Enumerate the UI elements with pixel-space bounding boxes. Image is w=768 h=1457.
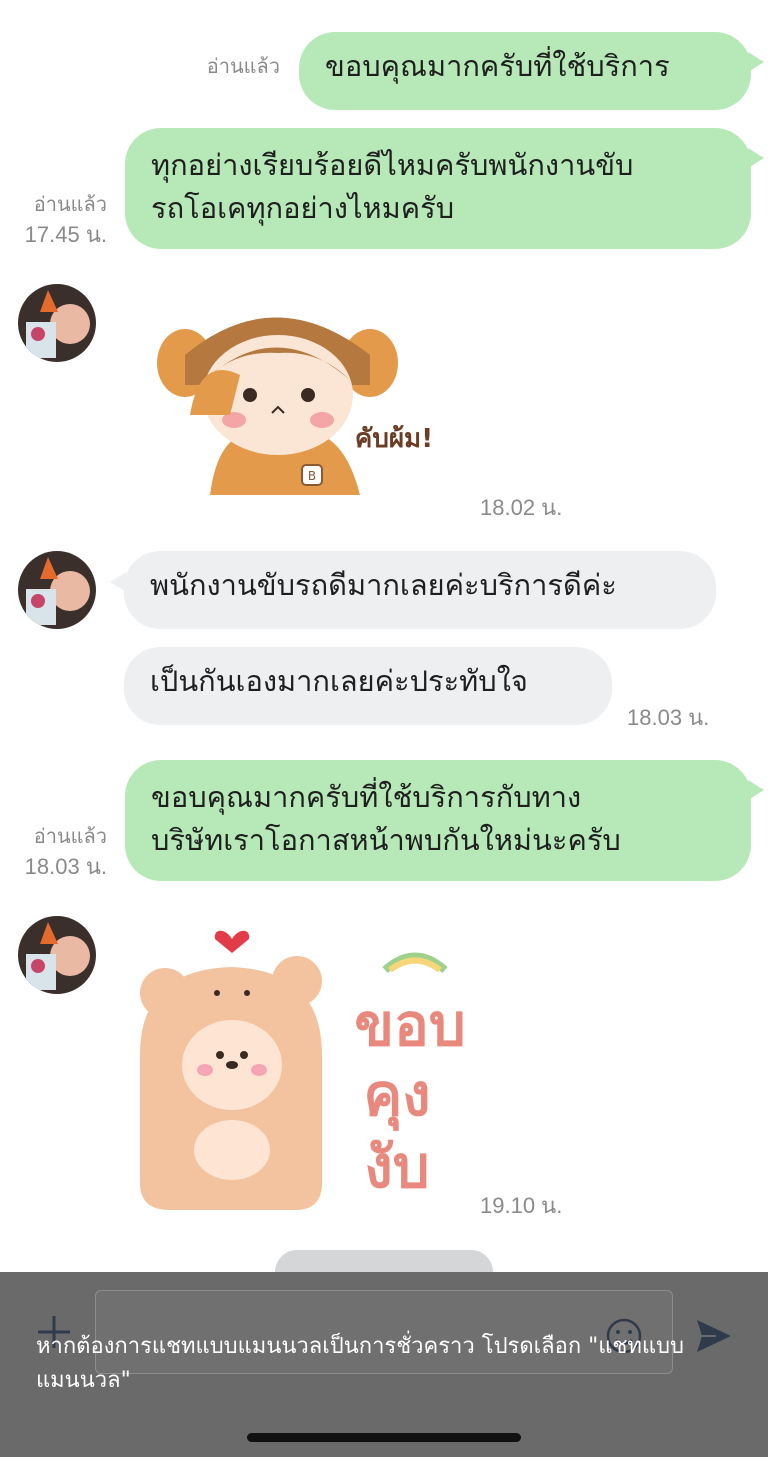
outgoing-message[interactable]: ขอบคุณมากครับที่ใช้บริการกับทาง บริษัทเร… <box>125 760 751 881</box>
svg-text:B: B <box>308 469 316 483</box>
read-receipt: อ่านแล้ว 17.45 น. <box>0 190 107 250</box>
read-label: อ่านแล้ว <box>33 194 107 216</box>
sticker-caption-2: คุง <box>363 1061 430 1132</box>
bubble-tail <box>748 52 764 72</box>
home-indicator[interactable] <box>247 1433 521 1442</box>
incoming-message[interactable]: พนักงานขับรถดีมากเลยค่ะบริการดีค่ะ <box>124 551 716 629</box>
notice-line: หากต้องการแชทแบบแมนนวลเป็นการชั่วคราว โป… <box>36 1334 685 1359</box>
message-text: ขอบคุณมากครับที่ใช้บริการ <box>325 49 670 83</box>
contact-avatar[interactable] <box>18 284 96 362</box>
sticker-caption-3: งับ <box>364 1133 429 1201</box>
sticker-boy-dog[interactable]: B คับผ้ม! <box>150 295 450 505</box>
message-text-line: รถโอเคทุกอย่างไหมครับ <box>151 191 455 225</box>
message-text-line: ขอบคุณมากครับที่ใช้บริการกับทาง <box>151 780 582 814</box>
outgoing-message[interactable]: ทุกอย่างเรียบร้อยดีไหมครับพนักงานขับ รถโ… <box>125 128 751 249</box>
message-time: 19.10 น. <box>480 1193 563 1218</box>
sticker-caption-1: ขอบ <box>354 991 465 1059</box>
message-text: พนักงานขับรถดีมากเลยค่ะบริการดีค่ะ <box>150 568 617 602</box>
message-time: 18.03 น. <box>24 854 107 879</box>
read-receipt: อ่านแล้ว <box>206 56 280 78</box>
chat-history: อ่านแล้ว ขอบคุณมากครับที่ใช้บริการ อ่านแ… <box>0 0 768 1294</box>
bubble-tail <box>748 780 764 800</box>
message-time: 18.03 น. <box>627 705 710 730</box>
manual-chat-notice: หากต้องการแชทแบบแมนนวลเป็นการชั่วคราว โป… <box>36 1330 716 1398</box>
message-text-line: ทุกอย่างเรียบร้อยดีไหมครับพนักงานขับ <box>151 148 634 182</box>
contact-avatar[interactable] <box>18 916 96 994</box>
bubble-tail <box>748 148 764 168</box>
message-text: เป็นกันเองมากเลยค่ะประทับใจ <box>150 664 528 698</box>
notice-line: แมนนวล" <box>36 1368 131 1393</box>
incoming-message[interactable]: เป็นกันเองมากเลยค่ะประทับใจ <box>124 647 612 725</box>
sticker-bear-thanks[interactable]: ขอบ คุง งับ <box>135 925 475 1215</box>
read-label: อ่านแล้ว <box>33 826 107 848</box>
read-receipt: อ่านแล้ว 18.03 น. <box>0 822 107 882</box>
sticker-caption: คับผ้ม! <box>355 424 433 454</box>
message-time: 18.02 น. <box>480 495 563 520</box>
contact-avatar[interactable] <box>18 551 96 629</box>
message-time: 17.45 น. <box>24 222 107 247</box>
outgoing-message[interactable]: ขอบคุณมากครับที่ใช้บริการ <box>299 32 751 110</box>
message-text-line: บริษัทเราโอกาสหน้าพบกันใหม่นะครับ <box>151 823 621 857</box>
